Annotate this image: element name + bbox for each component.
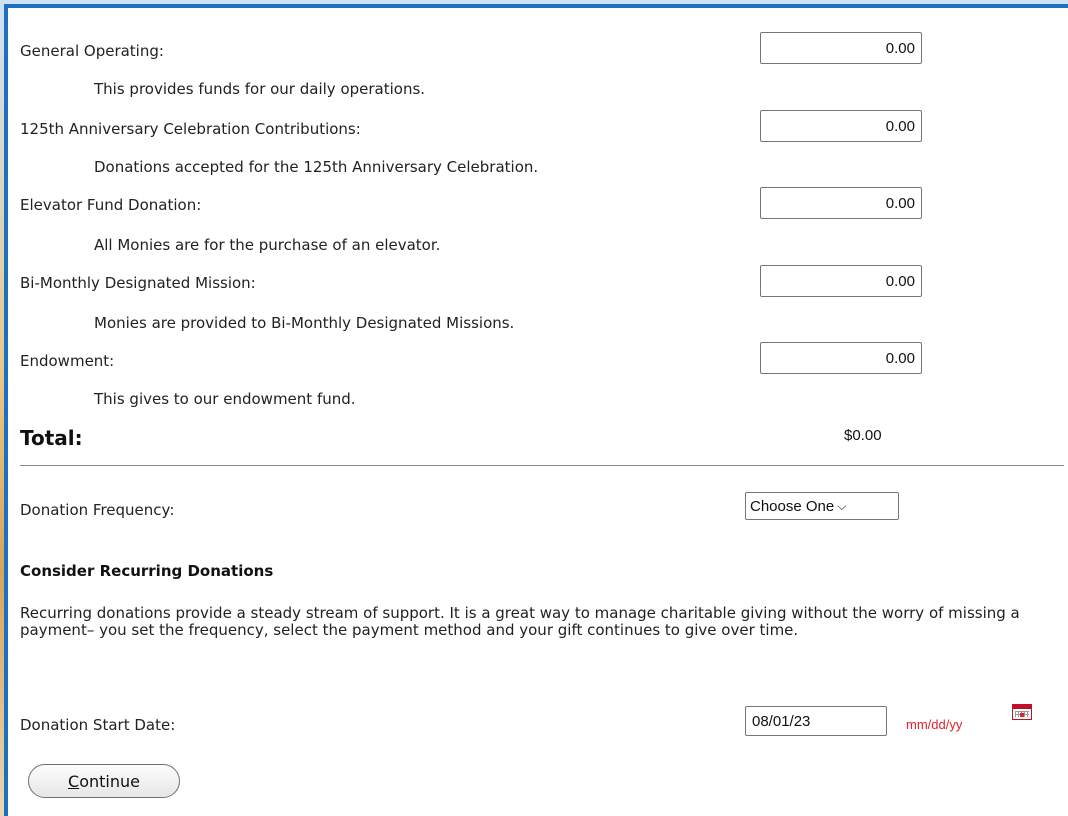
recurring-description: Recurring donations provide a steady str… <box>20 604 1020 639</box>
continue-label-rest: ontinue <box>79 771 140 791</box>
fund-label-125th-anniversary: 125th Anniversary Celebration Contributi… <box>20 120 361 138</box>
fund-label-elevator: Elevator Fund Donation: <box>20 196 202 214</box>
fund-description-endowment: This gives to our endowment fund. <box>94 390 356 408</box>
anniversary-amount-input[interactable] <box>760 110 922 142</box>
fund-label-general-operating: General Operating: <box>20 42 164 60</box>
donation-frequency-select[interactable]: Choose One ⌵ <box>745 492 899 520</box>
fund-label-endowment: Endowment: <box>20 352 115 370</box>
donation-start-date-label: Donation Start Date: <box>20 716 176 734</box>
continue-accesskey: C <box>68 771 80 791</box>
section-divider <box>20 465 1064 466</box>
general-operating-amount-input[interactable] <box>760 32 922 64</box>
calendar-icon[interactable] <box>1012 704 1032 720</box>
fund-description-125th-anniversary: Donations accepted for the 125th Anniver… <box>94 158 539 176</box>
fund-description-bi-monthly-mission: Monies are provided to Bi-Monthly Design… <box>94 314 515 332</box>
donation-frequency-selected-value: Choose One <box>750 497 835 515</box>
mission-amount-input[interactable] <box>760 265 922 297</box>
endowment-amount-input[interactable] <box>760 342 922 374</box>
recurring-heading: Consider Recurring Donations <box>20 562 274 580</box>
fund-label-bi-monthly-mission: Bi-Monthly Designated Mission: <box>20 274 256 292</box>
date-format-hint: mm/dd/yy <box>906 717 963 732</box>
fund-description-elevator: All Monies are for the purchase of an el… <box>94 236 441 254</box>
donation-form-panel: General Operating: This provides funds f… <box>4 4 1068 816</box>
continue-button[interactable]: Continue <box>28 764 180 798</box>
donation-frequency-label: Donation Frequency: <box>20 501 175 519</box>
fund-description-general-operating: This provides funds for our daily operat… <box>94 80 426 98</box>
donation-start-date-input[interactable] <box>745 706 887 736</box>
elevator-amount-input[interactable] <box>760 187 922 219</box>
total-label: Total: <box>20 426 83 450</box>
chevron-down-icon: ⌵ <box>837 498 847 513</box>
total-value: $0.00 <box>844 427 882 444</box>
